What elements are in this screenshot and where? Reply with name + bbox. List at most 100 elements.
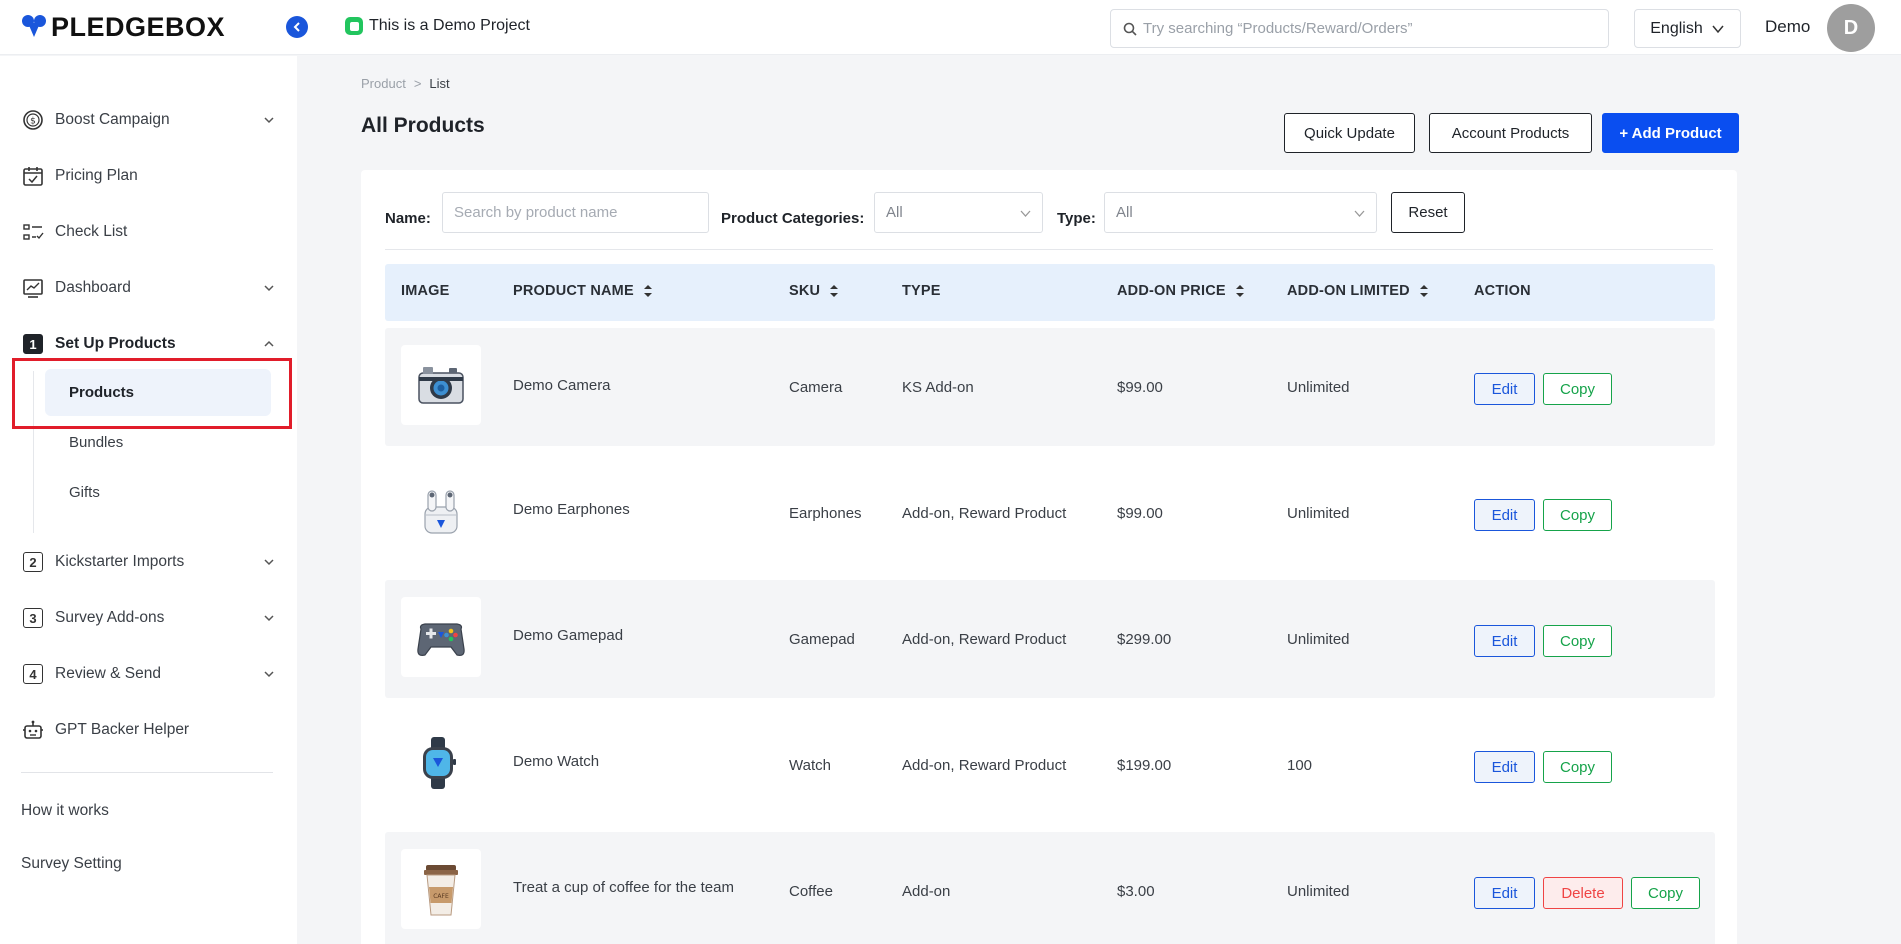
demo-status-icon xyxy=(345,17,363,35)
avatar[interactable]: D xyxy=(1827,4,1875,52)
product-price: $99.00 xyxy=(1117,379,1163,396)
chevron-down-icon xyxy=(264,285,274,292)
column-header-add-on-price[interactable]: ADD-ON PRICE xyxy=(1117,283,1245,299)
sidebar-item-review-send[interactable]: 4 Review & Send xyxy=(21,660,276,688)
sidebar-item-label: Set Up Products xyxy=(55,335,176,352)
account-products-button[interactable]: Account Products xyxy=(1429,113,1592,153)
sidebar-item-boost-campaign[interactable]: $ Boost Campaign xyxy=(21,106,276,134)
highlight-box xyxy=(12,358,292,429)
sort-icon[interactable] xyxy=(643,284,653,298)
sidebar-item-kickstarter-imports[interactable]: 2 Kickstarter Imports xyxy=(21,548,276,576)
sidebar-item-pricing-plan[interactable]: Pricing Plan xyxy=(21,162,276,190)
edit-button[interactable]: Edit xyxy=(1474,877,1535,909)
product-sku: Coffee xyxy=(789,883,833,900)
sidebar-item-survey-add-ons[interactable]: 3 Survey Add-ons xyxy=(21,604,276,632)
quick-update-button[interactable]: Quick Update xyxy=(1284,113,1415,153)
product-image[interactable] xyxy=(401,471,481,551)
product-image[interactable] xyxy=(401,597,481,677)
watch-icon xyxy=(423,737,456,789)
product-name: Treat a cup of coffee for the team xyxy=(513,879,734,896)
svg-text:$: $ xyxy=(30,117,36,127)
filter-divider xyxy=(385,249,1713,250)
chevron-up-icon xyxy=(264,340,274,347)
product-name: Demo Gamepad xyxy=(513,627,624,644)
number-3-icon: 3 xyxy=(21,606,45,630)
page-title: All Products xyxy=(361,114,485,137)
chevron-down-icon xyxy=(264,559,274,566)
collapse-sidebar-button[interactable] xyxy=(286,16,308,38)
reset-button[interactable]: Reset xyxy=(1391,192,1465,233)
sidebar-item-label: Kickstarter Imports xyxy=(55,553,185,570)
copy-button[interactable]: Copy xyxy=(1543,751,1612,783)
language-select[interactable]: English xyxy=(1634,9,1741,48)
type-filter-label: Type: xyxy=(1057,210,1096,227)
number-2-icon: 2 xyxy=(21,550,45,574)
chevron-down-icon xyxy=(1712,25,1724,33)
global-search-input[interactable] xyxy=(1143,20,1583,37)
sidebar-divider xyxy=(21,772,273,773)
copy-button[interactable]: Copy xyxy=(1543,373,1612,405)
edit-button[interactable]: Edit xyxy=(1474,625,1535,657)
copy-button[interactable]: Copy xyxy=(1543,499,1612,531)
sidebar-subitem-gifts[interactable]: Gifts xyxy=(45,469,271,516)
sort-icon[interactable] xyxy=(1235,284,1245,298)
product-sku: Watch xyxy=(789,757,831,774)
breadcrumb-parent[interactable]: Product xyxy=(361,76,406,91)
pledgebox-logo-icon xyxy=(22,15,46,37)
product-type: Add-on, Reward Product xyxy=(902,757,1067,774)
product-price: $299.00 xyxy=(1117,631,1172,648)
chevron-down-icon xyxy=(1020,210,1031,217)
global-search[interactable] xyxy=(1110,9,1609,48)
edit-button[interactable]: Edit xyxy=(1474,751,1535,783)
copy-button[interactable]: Copy xyxy=(1543,625,1612,657)
sidebar-item-label: Dashboard xyxy=(55,279,131,296)
column-header-add-on-limited[interactable]: ADD-ON LIMITED xyxy=(1287,283,1429,299)
product-image[interactable] xyxy=(401,723,481,803)
column-header-sku[interactable]: SKU xyxy=(789,283,839,299)
categories-filter-select[interactable]: All xyxy=(874,192,1043,233)
categories-filter-label: Product Categories: xyxy=(721,210,865,227)
product-sku: Camera xyxy=(789,379,843,396)
earphones-icon xyxy=(424,490,458,534)
sidebar-item-check-list[interactable]: Check List xyxy=(21,218,276,246)
product-sku: Gamepad xyxy=(789,631,855,648)
camera-icon xyxy=(418,367,464,404)
user-name[interactable]: Demo xyxy=(1765,17,1810,37)
product-image[interactable] xyxy=(401,345,481,425)
gamepad-icon xyxy=(417,623,465,656)
how-it-works-link[interactable]: How it works xyxy=(21,802,109,820)
main-content: Product > List All Products Quick Update A… xyxy=(297,56,1901,944)
sidebar-item-gpt-backer-helper[interactable]: GPT Backer Helper xyxy=(21,716,276,744)
copy-button[interactable]: Copy xyxy=(1631,877,1700,909)
edit-button[interactable]: Edit xyxy=(1474,499,1535,531)
edit-button[interactable]: Edit xyxy=(1474,373,1535,405)
table-row: Demo Watch Watch Add-on, Reward Product … xyxy=(385,706,1715,824)
search-icon xyxy=(1123,22,1137,36)
product-name: Demo Earphones xyxy=(513,501,630,518)
breadcrumb-separator: > xyxy=(413,76,422,91)
sort-icon[interactable] xyxy=(829,284,839,298)
table-row: Demo Gamepad Gamepad Add-on, Reward Prod… xyxy=(385,580,1715,698)
sidebar-item-set-up-products[interactable]: 1 Set Up Products xyxy=(21,330,276,358)
survey-setting-link[interactable]: Survey Setting xyxy=(21,855,122,873)
name-filter-input[interactable] xyxy=(442,192,709,233)
type-filter-select[interactable]: All xyxy=(1104,192,1377,233)
sidebar: $ Boost Campaign Pricing Plan Check List… xyxy=(0,56,297,944)
product-image[interactable]: CAFE xyxy=(401,849,481,929)
chevron-down-icon xyxy=(264,117,274,124)
delete-button[interactable]: Delete xyxy=(1543,877,1623,909)
language-label: English xyxy=(1650,19,1703,37)
add-product-button[interactable]: + Add Product xyxy=(1602,113,1739,153)
brand-logo[interactable]: PLEDGEBOX xyxy=(20,11,226,42)
chevron-left-icon xyxy=(293,22,300,32)
sort-icon[interactable] xyxy=(1419,284,1429,298)
product-limited: Unlimited xyxy=(1287,883,1350,900)
top-bar: PLEDGEBOX This is a Demo Project English… xyxy=(0,0,1901,55)
sidebar-item-dashboard[interactable]: Dashboard xyxy=(21,274,276,302)
column-header-product-name[interactable]: PRODUCT NAME xyxy=(513,283,653,299)
calendar-check-icon xyxy=(21,164,45,188)
brand-name: PLEDGEBOX xyxy=(51,11,226,42)
chart-icon xyxy=(21,276,45,300)
sidebar-item-label: Check List xyxy=(55,223,128,240)
breadcrumb: Product > List xyxy=(361,76,450,91)
